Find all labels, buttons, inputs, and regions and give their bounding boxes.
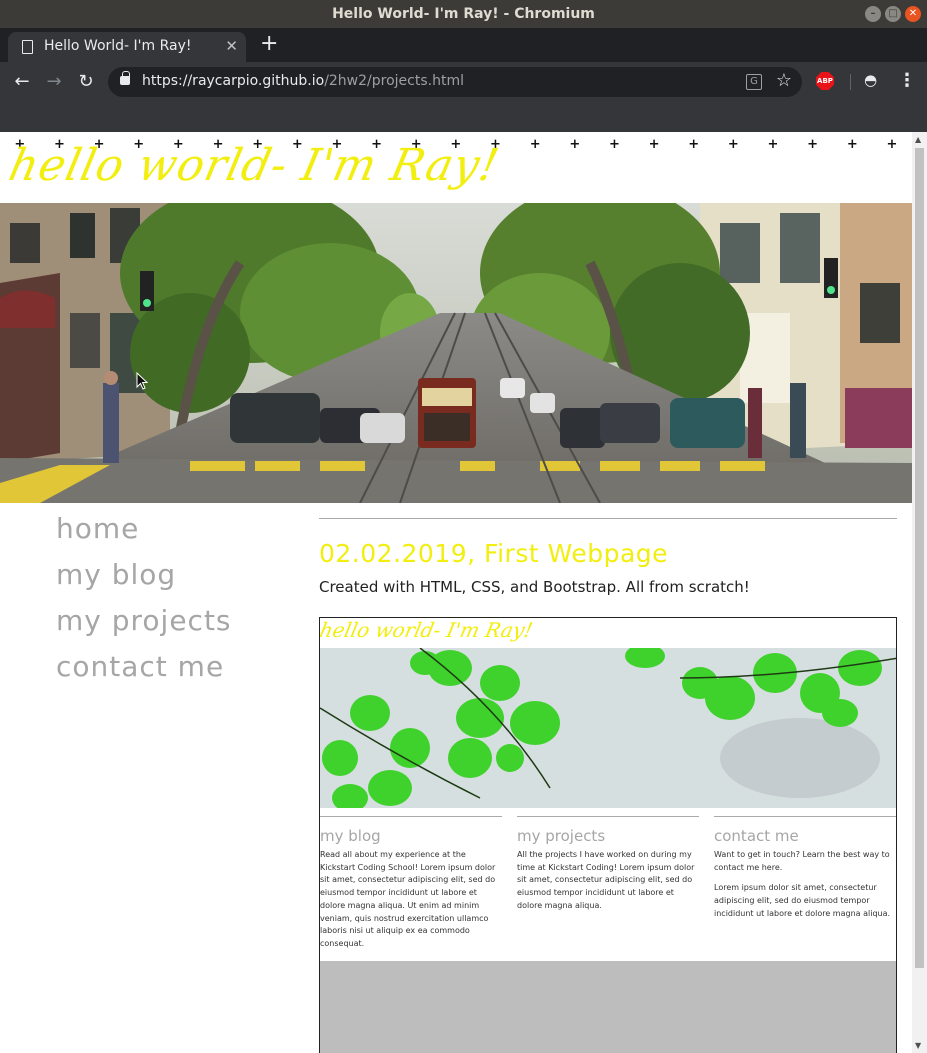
post-content: 02.02.2019, First Webpage Created with H… bbox=[319, 518, 897, 596]
minimize-icon[interactable]: – bbox=[865, 6, 881, 22]
scroll-up-icon[interactable]: ▲ bbox=[915, 135, 921, 144]
maximize-icon[interactable]: □ bbox=[885, 6, 901, 22]
document-icon bbox=[22, 40, 33, 54]
tab-close-icon[interactable]: ✕ bbox=[225, 37, 238, 55]
translate-icon[interactable]: G bbox=[746, 74, 762, 90]
scroll-thumb[interactable] bbox=[915, 148, 924, 968]
screenshot-leaves-image bbox=[320, 648, 896, 808]
forward-icon[interactable]: → bbox=[42, 70, 66, 94]
col-text: All the projects I have worked on during… bbox=[517, 850, 695, 910]
adblock-icon[interactable]: ABP bbox=[816, 72, 834, 90]
hero-image bbox=[0, 203, 912, 503]
window-title: Hello World- I'm Ray! - Chromium bbox=[332, 6, 595, 22]
menu-icon[interactable]: ⋮ bbox=[898, 70, 916, 91]
tab-title: Hello World- I'm Ray! bbox=[44, 38, 192, 54]
col-heading: my projects bbox=[517, 827, 606, 845]
col-text-2: Lorem ipsum dolor sit amet, consectetur … bbox=[714, 883, 891, 918]
lock-icon bbox=[120, 71, 130, 85]
screenshot-col-projects: my projects All the projects I have work… bbox=[517, 816, 699, 913]
col-heading: my blog bbox=[320, 827, 381, 845]
site-header: + + + + + + + + + + + + + + + + + + + + + + + hello world- I'm… bbox=[0, 132, 912, 203]
screenshot-footer bbox=[320, 961, 896, 1053]
post-description: Created with HTML, CSS, and Bootstrap. A… bbox=[319, 578, 750, 596]
nav-link-my-projects[interactable]: my projects bbox=[56, 598, 232, 644]
reload-icon[interactable]: ↻ bbox=[74, 70, 98, 94]
url-text: https://raycarpio.github.io/2hw2/project… bbox=[142, 73, 464, 89]
window-titlebar: Hello World- I'm Ray! - Chromium – □ ✕ bbox=[0, 0, 927, 28]
back-icon[interactable]: ← bbox=[10, 70, 34, 94]
nav-link-contact-me[interactable]: contact me bbox=[56, 644, 232, 690]
screenshot-site-title: hello world- I'm Ray! bbox=[319, 618, 536, 642]
browser-toolbar: ← → ↻ https://raycarpio.github.io/2hw2/p… bbox=[0, 62, 927, 132]
bookmark-star-icon[interactable]: ☆ bbox=[776, 70, 792, 91]
page-viewport: + + + + + + + + + + + + + + + + + + + + + + + hello world- I'm… bbox=[0, 132, 927, 1053]
toolbar-divider bbox=[850, 74, 851, 90]
col-heading: contact me bbox=[714, 827, 799, 845]
page-scrollbar[interactable]: ▲ ▼ bbox=[912, 132, 927, 1053]
incognito-icon[interactable]: ◓ bbox=[864, 71, 877, 89]
close-window-icon[interactable]: ✕ bbox=[905, 6, 921, 22]
col-text: Want to get in touch? Learn the best way… bbox=[714, 850, 890, 872]
nav-link-my-blog[interactable]: my blog bbox=[56, 552, 232, 598]
browser-tab[interactable]: Hello World- I'm Ray! ✕ bbox=[8, 32, 246, 62]
scroll-down-icon[interactable]: ▼ bbox=[915, 1041, 921, 1050]
divider bbox=[319, 518, 897, 519]
nav-link-home[interactable]: home bbox=[56, 506, 232, 552]
mouse-cursor-icon bbox=[136, 372, 148, 390]
site-title: hello world- I'm Ray! bbox=[4, 140, 504, 191]
post-title: 02.02.2019, First Webpage bbox=[319, 539, 669, 568]
project-screenshot: hello world- I'm Ray! my blog Read all a… bbox=[319, 617, 897, 1053]
tab-strip: Hello World- I'm Ray! ✕ + bbox=[0, 28, 927, 62]
address-bar[interactable]: https://raycarpio.github.io/2hw2/project… bbox=[108, 67, 802, 97]
new-tab-icon[interactable]: + bbox=[260, 31, 278, 56]
screenshot-col-contact: contact me Want to get in touch? Learn t… bbox=[714, 816, 896, 921]
screenshot-col-blog: my blog Read all about my experience at … bbox=[320, 816, 502, 951]
side-nav: home my blog my projects contact me bbox=[56, 506, 232, 690]
col-text: Read all about my experience at the Kick… bbox=[320, 850, 496, 948]
